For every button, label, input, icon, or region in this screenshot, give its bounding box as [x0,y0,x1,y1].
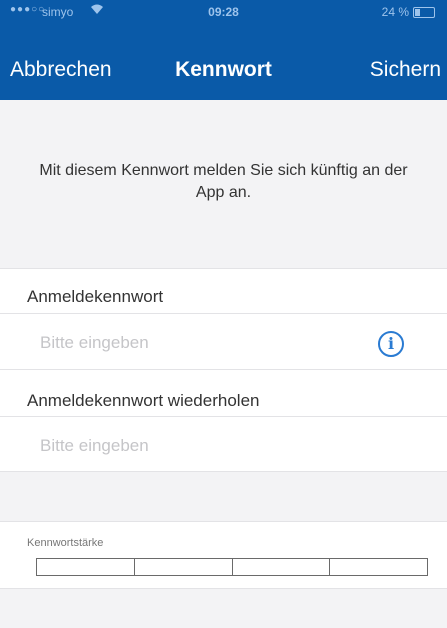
divider [0,588,447,589]
battery-icon [413,7,435,18]
divider [0,369,447,370]
navigation-bar: Abbrechen Kennwort Sichern [0,24,447,100]
strength-section [0,521,447,588]
repeat-password-input[interactable]: Bitte eingeben [40,436,149,456]
password-label: Anmeldekennwort [27,287,164,306]
divider [0,416,447,417]
divider [0,268,447,269]
status-bar: ●●●○○ simyo 09:28 24 % [0,0,447,24]
info-message: Mit diesem Kennwort melden Sie sich künf… [39,162,408,201]
info-icon[interactable]: i [378,331,404,357]
password-strength-meter [36,558,428,576]
divider [0,471,447,472]
strength-segment [37,559,135,575]
repeat-password-label: Anmeldekennwort wiederholen [27,391,260,410]
password-section [0,268,447,369]
save-button[interactable]: Sichern [370,58,441,82]
password-input[interactable]: Bitte eingeben [40,333,149,353]
strength-segment [330,559,427,575]
strength-segment [135,559,233,575]
strength-segment [233,559,331,575]
battery-percentage: 24 % [381,5,409,19]
divider [0,521,447,522]
status-time: 09:28 [208,5,239,19]
strength-label: Kennwortstärke [27,537,104,549]
divider [0,313,447,314]
